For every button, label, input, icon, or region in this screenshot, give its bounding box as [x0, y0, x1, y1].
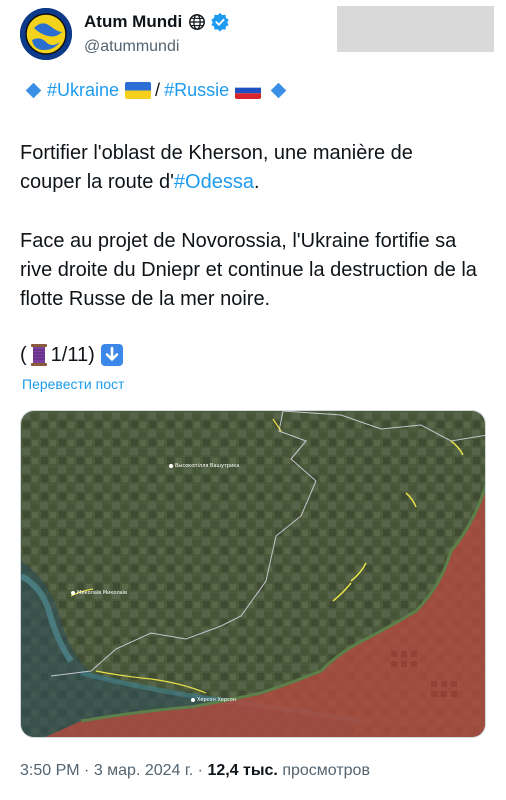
- avatar[interactable]: [20, 8, 72, 60]
- globe-icon: [189, 14, 206, 30]
- post-paragraph-2: Face au projet de Novorossia, l'Ukraine …: [20, 230, 477, 310]
- hashtag-russie[interactable]: #Russie: [164, 80, 229, 101]
- blue-diamond-icon: [25, 82, 42, 99]
- hashtag-ukraine[interactable]: #Ukraine: [47, 80, 119, 101]
- ukraine-flag-icon: [125, 82, 152, 99]
- post-text-period: .: [253, 171, 260, 193]
- post-text-line2: couper la route d': [20, 171, 174, 193]
- map-label-kherson: Херсон Херсон: [197, 697, 237, 703]
- author-name[interactable]: Atum Mundi: [84, 12, 182, 32]
- redacted-area: [337, 6, 494, 52]
- thread-open-paren: (: [20, 343, 27, 366]
- map-label-vysokopillia: Высокопілля Вашутрика: [175, 463, 240, 469]
- thread-spool-icon: [30, 344, 47, 366]
- views-count: 12,4 тыс.: [207, 762, 278, 779]
- map-city-marker: [191, 698, 195, 702]
- down-arrow-icon: [100, 344, 123, 366]
- map-label-mykolaiv: Миколаїв Миколаїв: [77, 590, 128, 596]
- thread-count: 1/11): [50, 343, 95, 366]
- verified-badge-icon: [211, 12, 229, 32]
- post-time[interactable]: 3:50 PM: [20, 762, 80, 779]
- hashtag-line: #Ukraine / #Russie: [24, 80, 292, 101]
- russia-flag-icon: [235, 82, 262, 99]
- post-text-line1: Fortifier l'oblast de Kherson, une maniè…: [20, 142, 413, 164]
- post-date[interactable]: 3 мар. 2024 г.: [94, 762, 193, 779]
- map-city-marker: [71, 591, 75, 595]
- meta-dot: ·: [193, 762, 208, 779]
- post-paragraph-1: Fortifier l'oblast de Kherson, une maniè…: [20, 139, 490, 197]
- author-handle[interactable]: @atummundi: [84, 38, 230, 56]
- globe-logo: [20, 8, 72, 60]
- post-map-image[interactable]: Высокопілля Вашутрика Миколаїв Миколаїв …: [20, 410, 486, 738]
- tag-separator: /: [155, 80, 161, 100]
- meta-dot: ·: [79, 762, 94, 779]
- thread-indicator: ( 1/11): [20, 343, 123, 367]
- post-meta: 3:50 PM · 3 мар. 2024 г. · 12,4 тыс. про…: [20, 762, 370, 780]
- views-label: просмотров: [277, 762, 370, 779]
- translate-post-link[interactable]: Перевести пост: [22, 376, 124, 392]
- satellite-map: [21, 411, 485, 737]
- hashtag-odessa[interactable]: #Odessa: [174, 171, 254, 193]
- author-block: Atum Mundi @atummundi: [84, 10, 230, 56]
- map-city-marker: [169, 464, 173, 468]
- blue-diamond-icon: [270, 82, 287, 99]
